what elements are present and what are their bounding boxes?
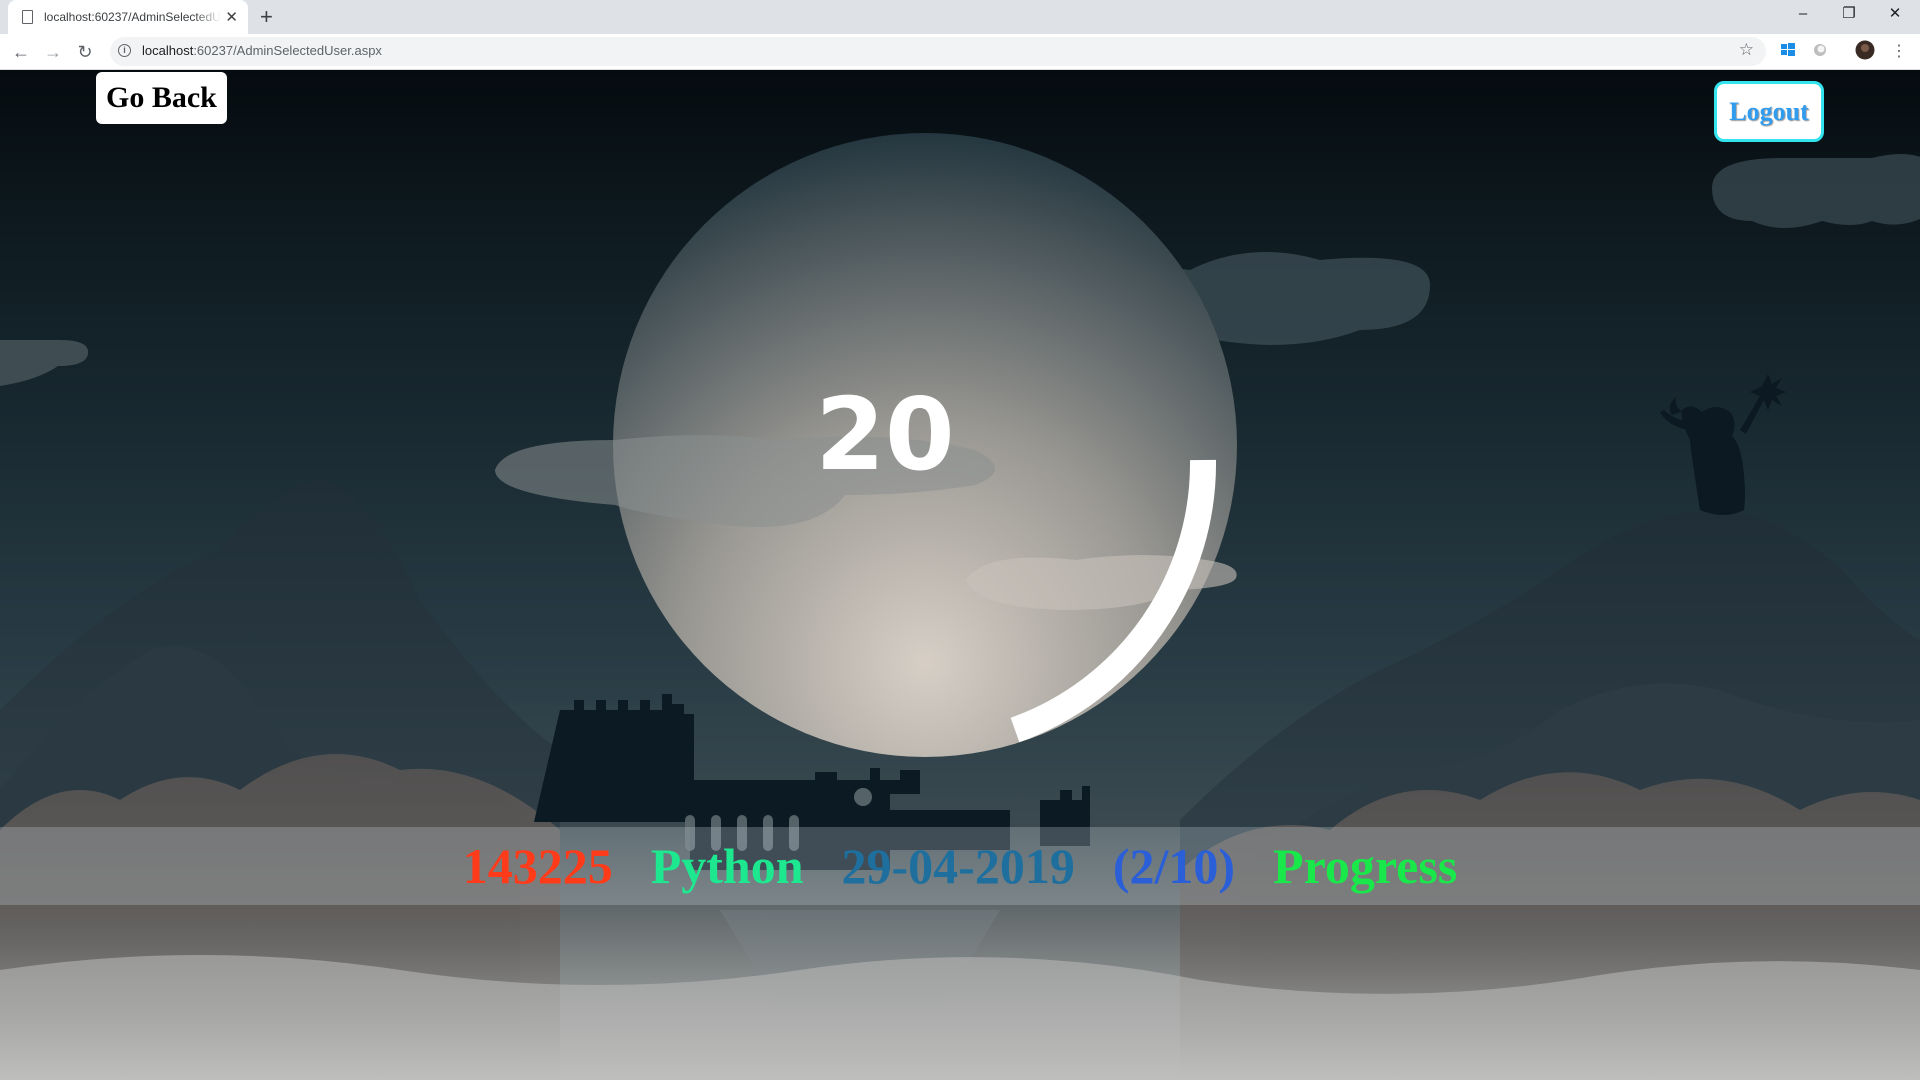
close-window-icon[interactable]: ✕ (1872, 0, 1918, 30)
page-icon (22, 10, 33, 24)
profile-avatar[interactable] (1855, 40, 1875, 60)
site-info-icon[interactable]: i (118, 44, 131, 57)
browser-tab[interactable]: localhost:60237/AdminSelectedUser.aspx ✕ (8, 0, 248, 34)
statue-silhouette (1660, 374, 1786, 515)
menu-kebab-icon[interactable]: ⋮ (1886, 39, 1912, 65)
restore-icon[interactable]: ❐ (1826, 0, 1872, 30)
user-info-band: 143225 Python 29-04-2019 (2/10) Progress (0, 827, 1920, 905)
logout-button[interactable]: Logout (1714, 81, 1824, 142)
reload-icon[interactable]: ↻ (72, 39, 98, 65)
test-date: 29-04-2019 (841, 838, 1075, 894)
course-name: Python (650, 838, 804, 894)
url-text: localhost:60237/AdminSelectedUser.aspx (142, 43, 382, 58)
minimize-icon[interactable]: – (1780, 0, 1826, 30)
url-host: localhost (142, 43, 194, 58)
windows-extension-icon[interactable] (1780, 42, 1796, 58)
status-label: Progress (1273, 838, 1458, 894)
extension-icon[interactable] (1812, 42, 1828, 58)
tab-close-icon[interactable]: ✕ (225, 8, 238, 26)
tab-title: localhost:60237/AdminSelectedUser.aspx (44, 10, 221, 24)
bookmark-star-icon[interactable]: ☆ (1739, 40, 1754, 60)
browser-tabstrip: localhost:60237/AdminSelectedUser.aspx ✕… (0, 0, 1920, 34)
score: (2/10) (1112, 838, 1236, 894)
user-id: 143225 (462, 838, 613, 894)
forward-icon[interactable]: → (40, 39, 66, 65)
url-path: :60237/AdminSelectedUser.aspx (193, 43, 382, 58)
address-bar[interactable]: i localhost:60237/AdminSelectedUser.aspx… (110, 37, 1766, 66)
go-back-button[interactable]: Go Back (96, 72, 227, 124)
page-viewport: Go Back Logout 20 143225 Python 29-04-20… (0, 70, 1920, 1080)
question-counter: 20 (815, 376, 955, 493)
back-icon[interactable]: ← (8, 39, 34, 65)
browser-toolbar: ← → ↻ i localhost:60237/AdminSelectedUse… (0, 34, 1920, 70)
new-tab-button[interactable]: + (260, 4, 273, 30)
background-scene (0, 133, 1920, 1080)
